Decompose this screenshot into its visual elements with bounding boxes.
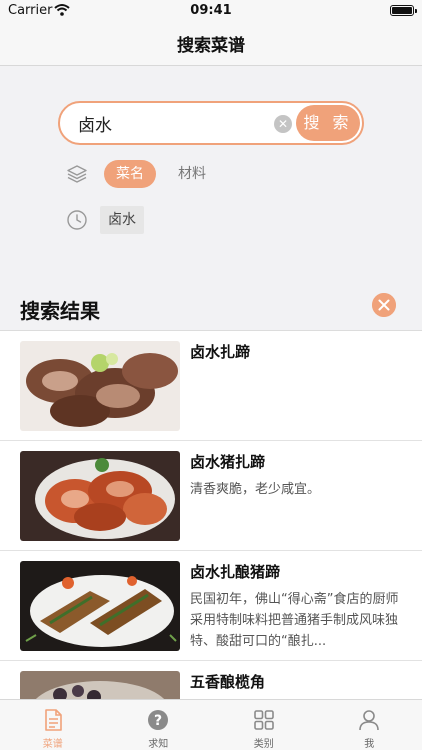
search-button[interactable]: 搜 索 — [296, 105, 360, 141]
results-header: 搜索结果 — [0, 277, 422, 331]
tab-label: 我 — [364, 739, 375, 750]
result-title: 五香酿榄角 — [190, 673, 266, 691]
tab-label: 菜谱 — [42, 739, 63, 750]
result-title: 卤水扎酿猪蹄 — [190, 563, 281, 581]
clock-icon — [67, 210, 87, 230]
question-icon: ? — [148, 710, 169, 730]
history-tag[interactable]: 卤水 — [100, 206, 144, 234]
filter-dish-name[interactable]: 菜名 — [104, 160, 156, 188]
tab-recipes[interactable]: 菜谱 — [0, 700, 106, 750]
search-area: ✕ 搜 索 菜名 材料 卤水 — [0, 67, 422, 277]
filter-ingredient[interactable]: 材料 — [166, 160, 218, 188]
search-type-filter: 菜名 材料 — [66, 159, 218, 189]
user-icon — [359, 710, 380, 731]
recipe-thumbnail — [20, 451, 180, 541]
result-title: 卤水扎蹄 — [190, 343, 251, 361]
results-list: 卤水扎蹄 卤水猪扎蹄 清香爽脆，老少咸宜。 卤水扎酿猪蹄 民国初年，佛山“得心斋… — [0, 331, 422, 699]
svg-text:?: ? — [154, 713, 162, 729]
clear-search-button[interactable]: ✕ — [274, 115, 292, 133]
recipe-icon — [44, 709, 62, 731]
recipe-thumbnail — [20, 561, 180, 651]
result-item[interactable]: 卤水扎酿猪蹄 民国初年，佛山“得心斋”食店的厨师采用特制味料把普通猪手制成风味独… — [0, 551, 422, 661]
status-time: 09:41 — [190, 3, 232, 18]
tab-categories[interactable]: 类别 — [211, 700, 317, 750]
search-history: 卤水 — [66, 205, 144, 235]
navigation-bar: 搜索菜谱 — [0, 22, 422, 66]
result-description: 清香爽脆，老少咸宜。 — [190, 482, 321, 497]
recipe-thumbnail — [20, 341, 180, 431]
result-description: 民国初年，佛山“得心斋”食店的厨师采用特制味料把普通猪手制成风味独特、酸甜可口的… — [190, 592, 399, 649]
result-item[interactable]: 卤水扎蹄 — [0, 331, 422, 441]
tab-profile[interactable]: 我 — [317, 700, 422, 750]
result-item[interactable]: 五香酿榄角 — [0, 661, 422, 699]
tab-label: 类别 — [253, 739, 274, 750]
close-results-button[interactable] — [372, 293, 396, 317]
result-title: 卤水猪扎蹄 — [190, 453, 266, 471]
results-title: 搜索结果 — [20, 299, 100, 323]
layers-icon — [67, 165, 87, 183]
recipe-thumbnail — [20, 671, 180, 699]
tab-label: 求知 — [148, 739, 169, 750]
result-item[interactable]: 卤水猪扎蹄 清香爽脆，老少咸宜。 — [0, 441, 422, 551]
battery-icon — [390, 5, 417, 16]
search-input[interactable] — [78, 111, 268, 135]
tab-knowledge[interactable]: ? 求知 — [106, 700, 212, 750]
search-box: ✕ 搜 索 — [58, 101, 364, 145]
tab-bar: 菜谱 ? 求知 类别 我 — [0, 699, 422, 750]
grid-icon — [253, 710, 274, 730]
status-bar: Carrier 09:41 — [0, 0, 422, 22]
page-title: 搜索菜谱 — [177, 36, 245, 56]
